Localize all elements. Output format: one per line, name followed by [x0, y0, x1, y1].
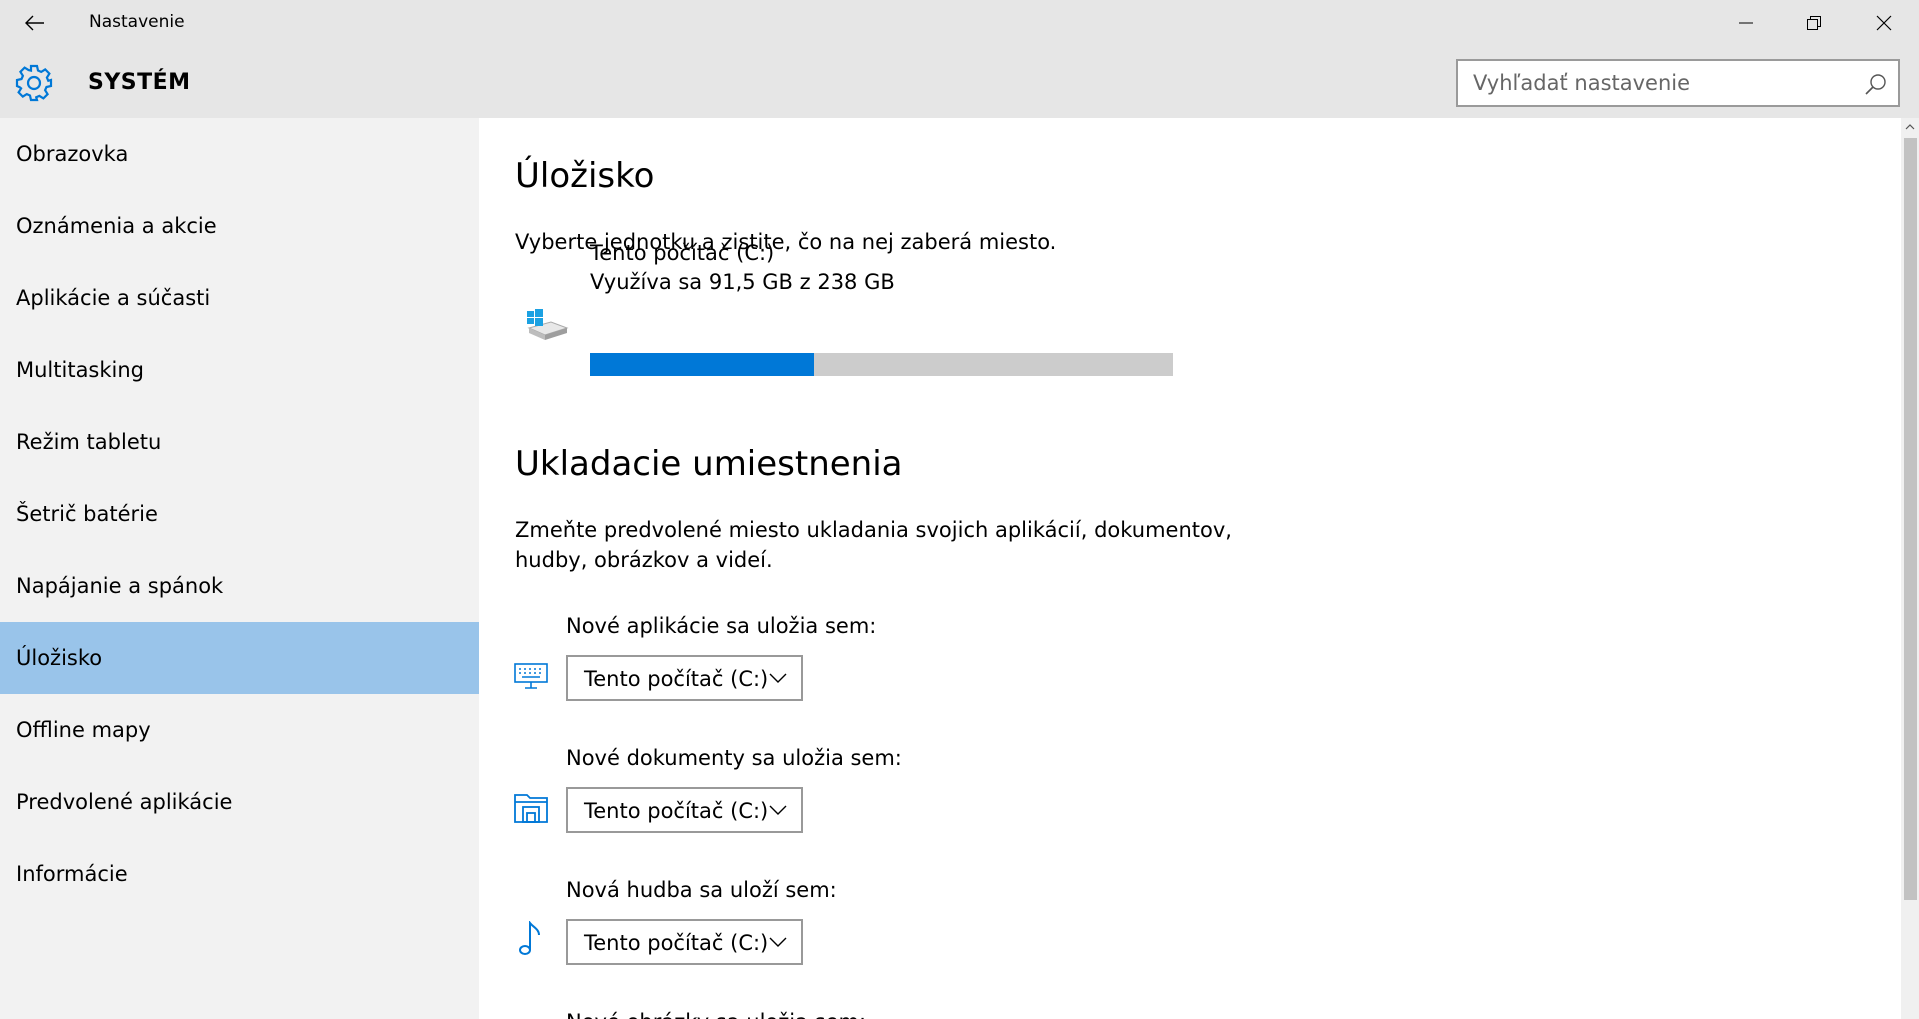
main-content: Úložisko Vyberte jednotku a zistite, čo …	[479, 118, 1901, 1019]
chevron-down-icon	[769, 805, 787, 815]
sidebar-item-napajanie[interactable]: Napájanie a spánok	[0, 550, 479, 622]
documents-location-dropdown[interactable]: Tento počítač (C:)	[566, 787, 803, 833]
music-location-dropdown[interactable]: Tento počítač (C:)	[566, 919, 803, 965]
sidebar-item-ulozisko[interactable]: Úložisko	[0, 622, 479, 694]
documents-location-label: Nové dokumenty sa uložia sem:	[566, 746, 902, 770]
minimize-button[interactable]	[1712, 0, 1780, 46]
gear-icon	[15, 64, 53, 102]
close-icon	[1876, 15, 1892, 31]
title-bar: Nastavenie	[0, 0, 1919, 46]
documents-folder-icon	[514, 794, 548, 823]
sidebar-item-aplikacie[interactable]: Aplikácie a súčasti	[0, 262, 479, 334]
music-note-icon	[519, 921, 540, 955]
search-box[interactable]	[1456, 59, 1900, 107]
window-title: Nastavenie	[89, 12, 185, 32]
back-button[interactable]	[0, 0, 70, 46]
drive-usage-bar-fill	[590, 353, 814, 376]
scrollbar-thumb[interactable]	[1904, 138, 1917, 900]
keyboard-icon	[514, 663, 548, 689]
sidebar-item-informacie[interactable]: Informácie	[0, 838, 479, 910]
locations-heading: Ukladacie umiestnenia	[515, 444, 903, 484]
page-title: SYSTÉM	[88, 70, 191, 95]
music-location-label: Nová hudba sa uloží sem:	[566, 878, 837, 902]
music-location-value: Tento počítač (C:)	[584, 931, 769, 955]
back-arrow-icon	[25, 15, 44, 31]
chevron-down-icon	[769, 673, 787, 683]
sidebar-item-offline-mapy[interactable]: Offline mapy	[0, 694, 479, 766]
scroll-up-icon	[1905, 124, 1915, 130]
sidebar-item-setric-baterie[interactable]: Šetrič batérie	[0, 478, 479, 550]
sidebar-item-predvolene-aplikacie[interactable]: Predvolené aplikácie	[0, 766, 479, 838]
drive-usage-bar	[590, 353, 1173, 376]
documents-location-value: Tento počítač (C:)	[584, 799, 769, 823]
content-scrollbar[interactable]	[1901, 118, 1919, 1019]
scroll-up-button[interactable]	[1901, 118, 1919, 136]
restore-button[interactable]	[1780, 0, 1848, 46]
drive-name: Tento počítač (C:)	[590, 241, 775, 265]
search-icon[interactable]	[1864, 72, 1888, 96]
search-input[interactable]	[1458, 61, 1858, 105]
locations-description-line2: hudby, obrázkov a videí.	[515, 548, 773, 572]
drive-usage: Využíva sa 91,5 GB z 238 GB	[590, 270, 895, 294]
sidebar-item-oznamenia[interactable]: Oznámenia a akcie	[0, 190, 479, 262]
apps-location-dropdown[interactable]: Tento počítač (C:)	[566, 655, 803, 701]
apps-location-label: Nové aplikácie sa uložia sem:	[566, 614, 877, 638]
sidebar-item-multitasking[interactable]: Multitasking	[0, 334, 479, 406]
locations-description-line1: Zmeňte predvolené miesto ukladania svoji…	[515, 518, 1232, 542]
windows-drive-icon	[527, 309, 569, 340]
chevron-down-icon	[769, 937, 787, 947]
close-button[interactable]	[1850, 0, 1918, 46]
apps-location-value: Tento počítač (C:)	[584, 667, 769, 691]
sidebar-item-obrazovka[interactable]: Obrazovka	[0, 118, 479, 190]
storage-heading: Úložisko	[515, 156, 655, 196]
sidebar-nav: Obrazovka Oznámenia a akcie Aplikácie a …	[0, 118, 479, 1019]
pictures-location-label: Nové obrázky sa uložia sem:	[566, 1007, 866, 1019]
sidebar-item-rezim-tabletu[interactable]: Režim tabletu	[0, 406, 479, 478]
settings-header: SYSTÉM	[0, 46, 1919, 118]
minimize-icon	[1739, 22, 1753, 24]
restore-icon	[1807, 16, 1821, 30]
